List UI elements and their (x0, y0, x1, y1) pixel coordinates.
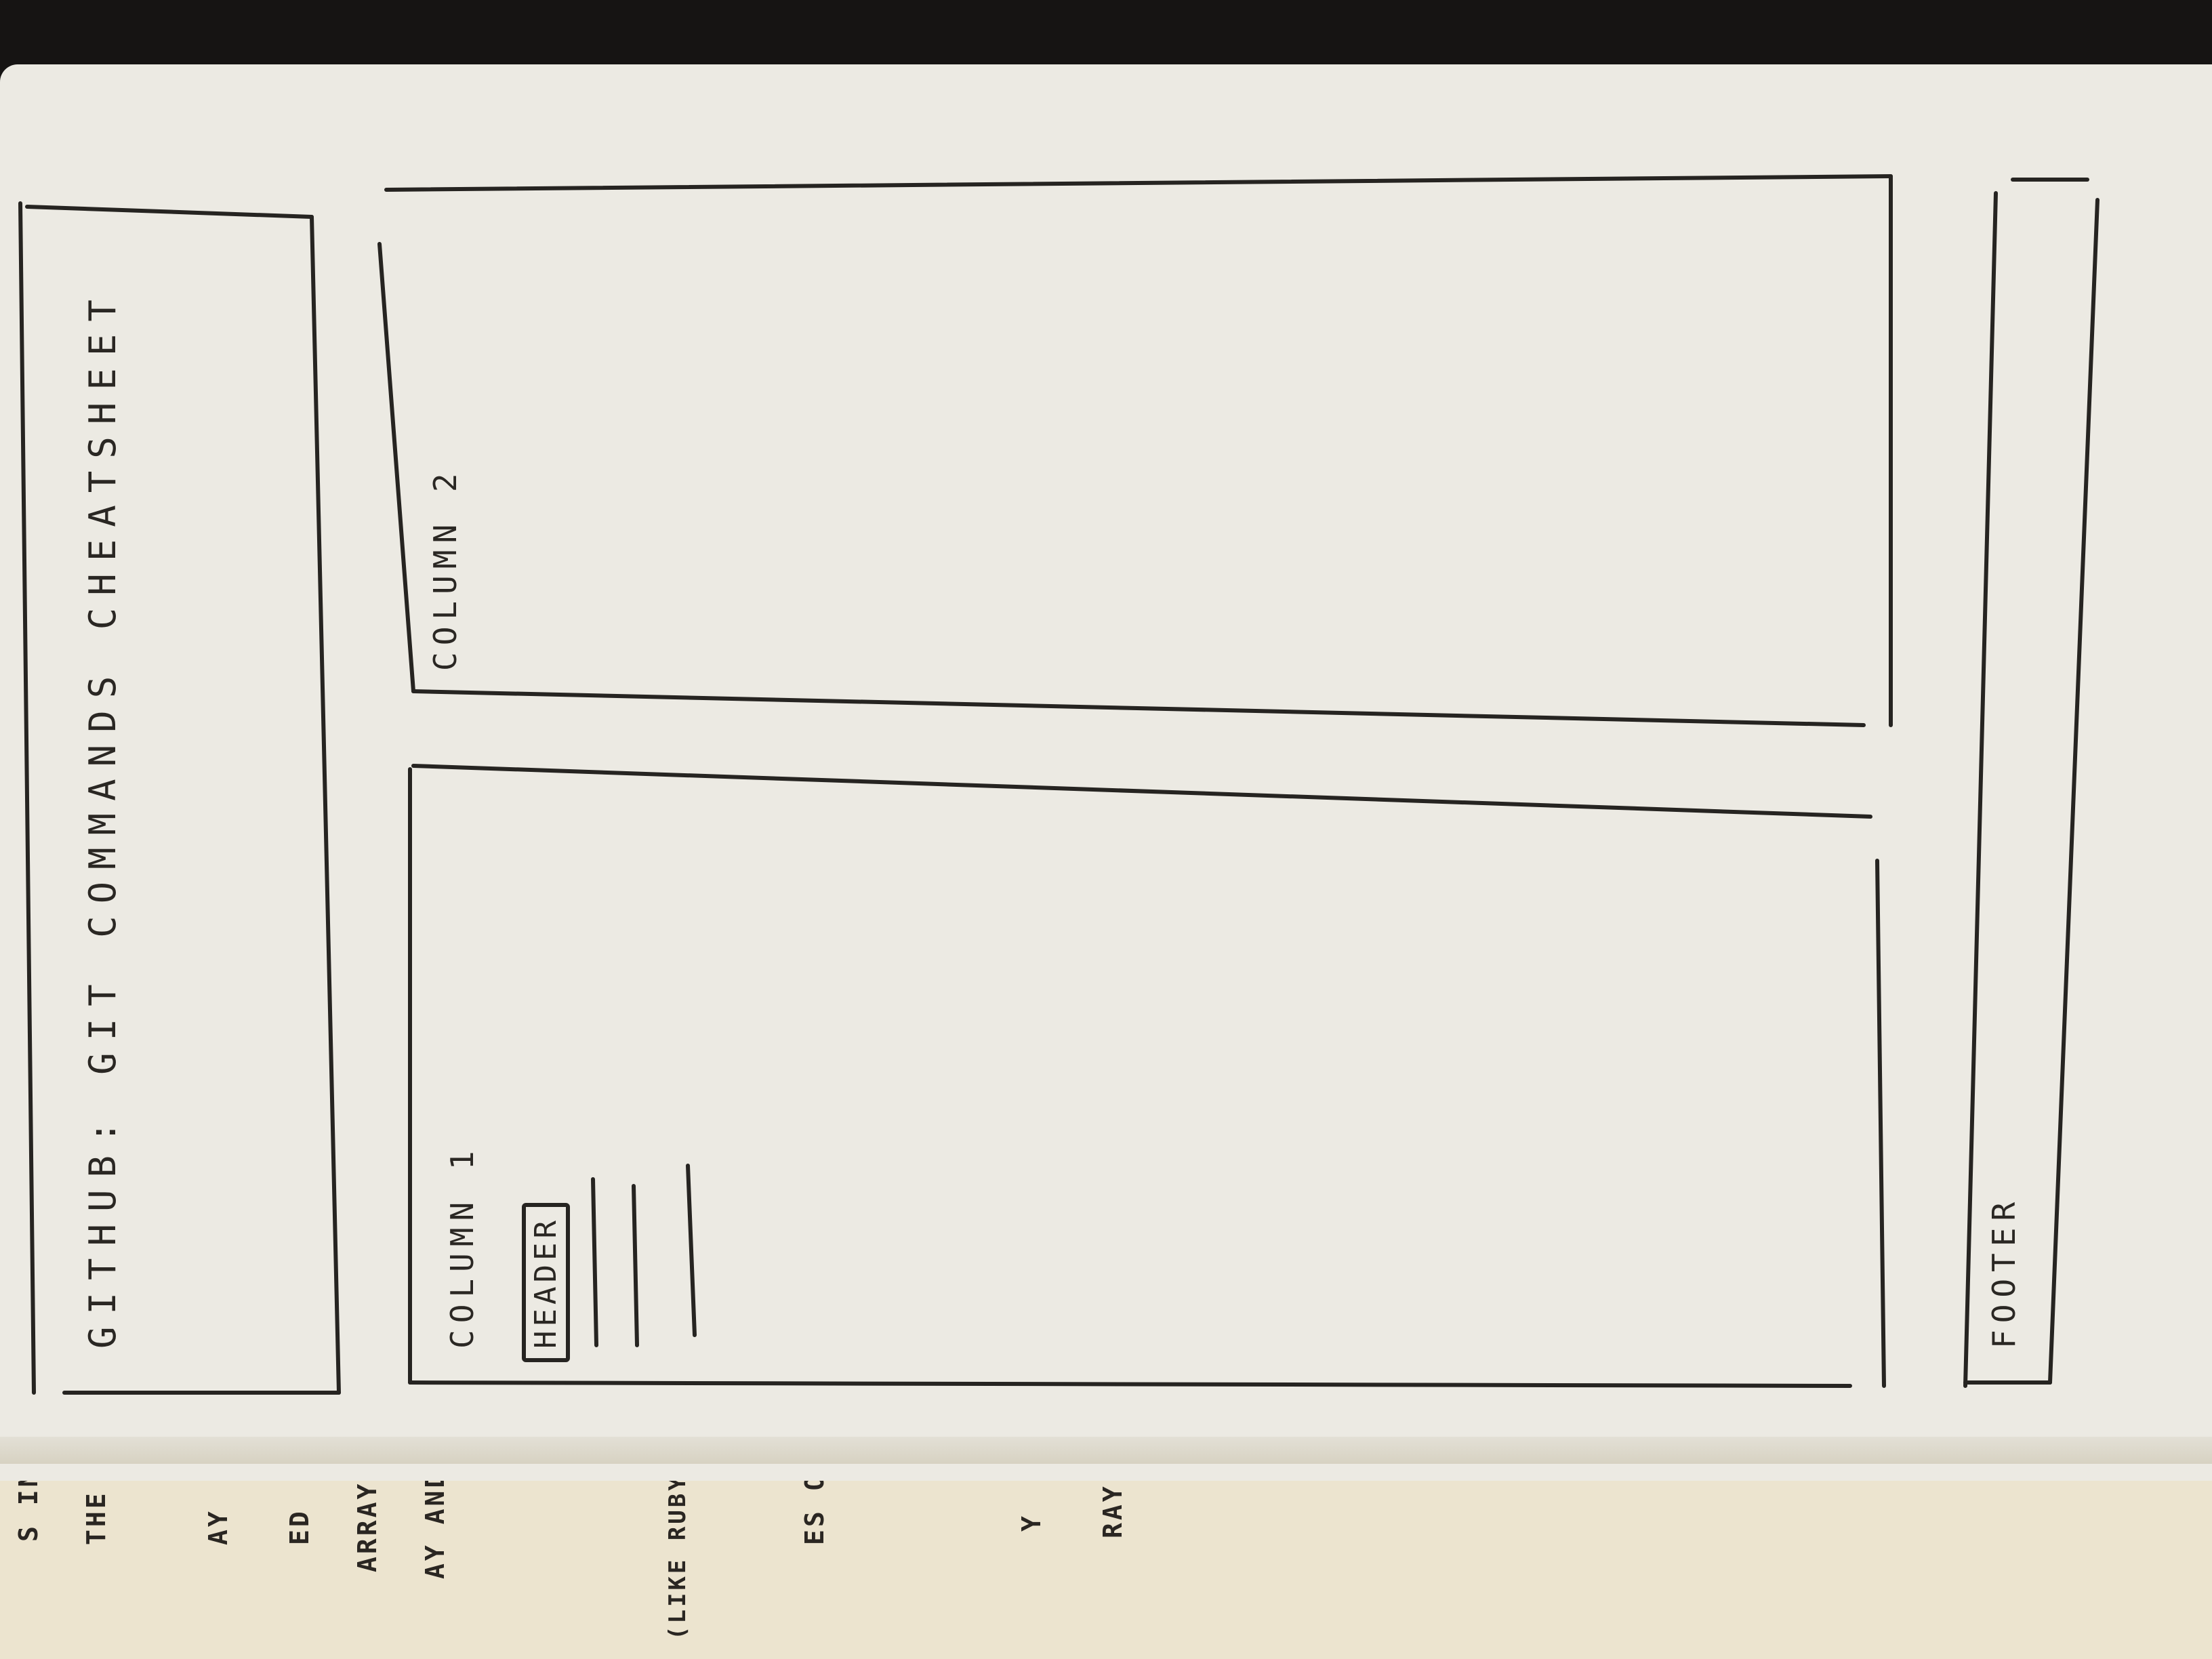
col1-content-line-1 (591, 1177, 598, 1347)
col2-line-right (411, 689, 1866, 727)
footer-line-right (2048, 198, 2100, 1385)
footer-label: FOOTER (1986, 1195, 2022, 1349)
column-2-outline (377, 174, 1893, 727)
col2-line-left (384, 174, 1893, 192)
col1-content-line-2 (632, 1184, 639, 1347)
col1-content-line-3 (686, 1164, 697, 1337)
column-1-label: COLUMN 1 (444, 1144, 480, 1349)
column-1-header: HEADER (522, 1203, 570, 1362)
wireframe-sketch (18, 174, 2100, 1395)
col1-line-bottom (1875, 859, 1886, 1388)
col1-line-left (411, 764, 1872, 819)
title-bar-line-left (25, 205, 314, 219)
title-bar-line-top (18, 201, 36, 1395)
col2-line-top (377, 242, 415, 693)
col1-line-right (408, 1380, 1852, 1388)
title-bar-outline (18, 201, 341, 1395)
title-bar-line-bottom (310, 215, 341, 1395)
column-1-outline (408, 764, 1886, 1388)
page-title: GITHUB: GIT COMMANDS CHEATSHEET (81, 287, 124, 1349)
column-2-label: COLUMN 2 (427, 466, 464, 671)
